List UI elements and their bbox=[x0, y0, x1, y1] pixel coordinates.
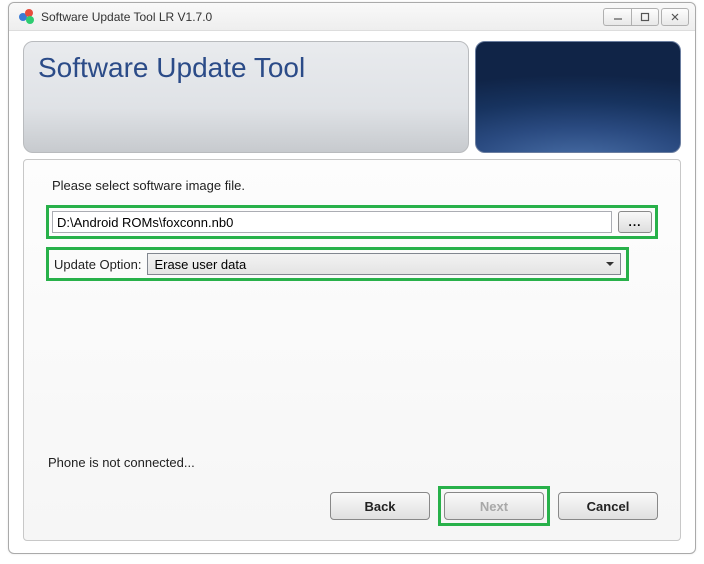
close-button[interactable] bbox=[661, 8, 689, 26]
update-option-value: Erase user data bbox=[154, 257, 246, 272]
minimize-button[interactable] bbox=[603, 8, 631, 26]
minimize-icon bbox=[613, 12, 623, 22]
update-option-label: Update Option: bbox=[54, 257, 141, 272]
header-area: Software Update Tool bbox=[23, 41, 681, 153]
titlebar: Software Update Tool LR V1.7.0 bbox=[9, 3, 695, 31]
close-icon bbox=[670, 12, 680, 22]
cancel-button[interactable]: Cancel bbox=[558, 492, 658, 520]
maximize-button[interactable] bbox=[631, 8, 659, 26]
window-controls bbox=[603, 8, 689, 26]
status-text: Phone is not connected... bbox=[48, 455, 658, 470]
header-panel: Software Update Tool bbox=[23, 41, 469, 153]
app-window: Software Update Tool LR V1.7.0 Software … bbox=[8, 2, 696, 554]
update-option-select[interactable]: Erase user data bbox=[147, 253, 621, 275]
header-graphic bbox=[475, 41, 681, 153]
back-button[interactable]: Back bbox=[330, 492, 430, 520]
content-panel: Please select software image file. ... U… bbox=[23, 159, 681, 541]
window-title: Software Update Tool LR V1.7.0 bbox=[41, 10, 603, 24]
file-row-highlight: ... bbox=[46, 205, 658, 239]
page-title: Software Update Tool bbox=[38, 52, 305, 84]
next-button[interactable]: Next bbox=[444, 492, 544, 520]
maximize-icon bbox=[640, 12, 650, 22]
image-file-input[interactable] bbox=[52, 211, 612, 233]
button-row: Back Next Cancel bbox=[46, 486, 658, 526]
option-row-highlight: Update Option: Erase user data bbox=[46, 247, 629, 281]
next-button-highlight: Next bbox=[438, 486, 550, 526]
app-icon bbox=[19, 9, 35, 25]
browse-button[interactable]: ... bbox=[618, 211, 652, 233]
instruction-text: Please select software image file. bbox=[52, 178, 658, 193]
